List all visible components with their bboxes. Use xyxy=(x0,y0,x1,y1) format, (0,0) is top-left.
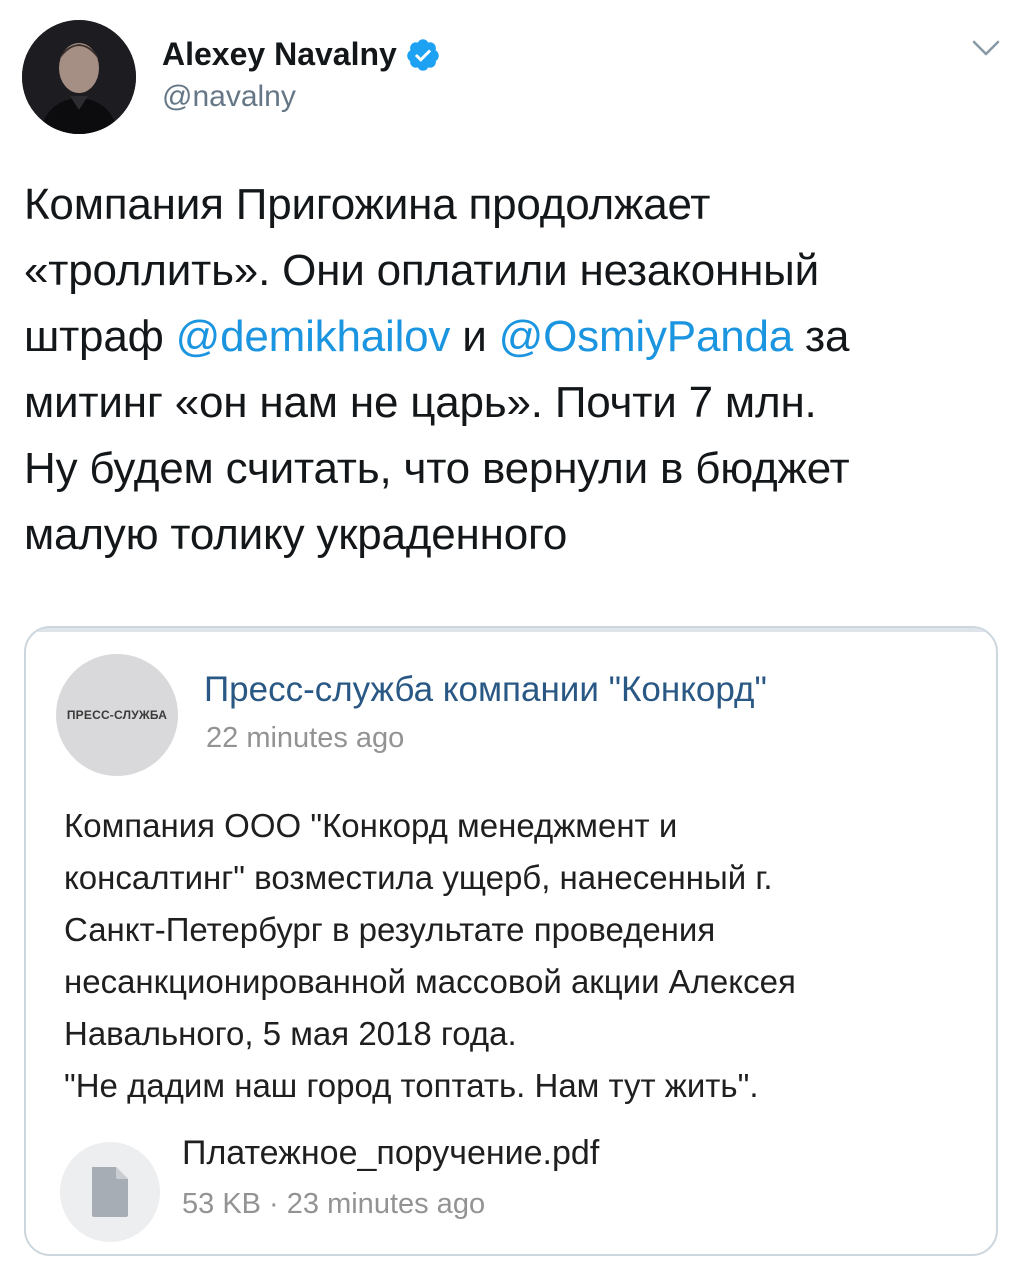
attachment-file-name: Платежное_поручение.pdf xyxy=(182,1134,600,1172)
mention-link-osmiypanda[interactable]: @OsmiyPanda xyxy=(499,312,794,361)
tweet-text-line: Компания Пригожина продолжает xyxy=(24,180,711,229)
press-service-title: Пресс-служба компании "Конкорд" xyxy=(204,670,767,709)
author-name-row[interactable]: Alexey Navalny xyxy=(162,36,441,73)
press-release-text: Компания ООО "Конкорд менеджмент и конса… xyxy=(64,800,974,1112)
author-avatar[interactable] xyxy=(22,20,136,134)
document-icon-glyph xyxy=(92,1167,128,1217)
press-text-line: Санкт-Петербург в результате проведения xyxy=(64,911,716,948)
tweet-text-fragment: и xyxy=(450,312,499,361)
author-avatar-photo xyxy=(22,20,136,134)
tweet-text-line: митинг «он нам не царь». Почти 7 млн. xyxy=(24,378,817,427)
press-service-timestamp: 22 minutes ago xyxy=(206,722,405,754)
attachment-file-meta: 53 KB · 23 minutes ago xyxy=(182,1188,486,1220)
press-text-line: несанкционированной массовой акции Алекс… xyxy=(64,963,796,1000)
press-text-line: консалтинг" возместила ущерб, нанесенный… xyxy=(64,859,773,896)
author-name[interactable]: Alexey Navalny xyxy=(162,36,397,73)
card-divider xyxy=(26,628,996,632)
tweet-text-line: штраф @demikhailov и @OsmiyPanda за xyxy=(24,304,999,370)
press-text-line: "Не дадим наш город топтать. Нам тут жит… xyxy=(64,1067,759,1104)
verified-badge-icon xyxy=(407,38,439,71)
author-handle[interactable]: @navalny xyxy=(162,80,296,114)
document-icon xyxy=(60,1142,160,1242)
mention-link-demikhailov[interactable]: @demikhailov xyxy=(176,312,451,361)
tweet-text-fragment: штраф xyxy=(24,312,176,361)
press-service-avatar: ПРЕСС-СЛУЖБА xyxy=(56,654,178,776)
tweet-text: Компания Пригожина продолжает «троллить»… xyxy=(24,172,999,568)
tweet-text-line: малую толику украденного xyxy=(24,510,568,559)
chevron-down-icon[interactable] xyxy=(968,34,1004,62)
press-text-line: Компания ООО "Конкорд менеджмент и xyxy=(64,807,678,844)
embedded-image-card[interactable]: ПРЕСС-СЛУЖБА Пресс-служба компании "Конк… xyxy=(24,626,998,1256)
tweet-text-fragment: за xyxy=(793,312,850,361)
tweet-text-line: Ну будем считать, что вернули в бюджет xyxy=(24,444,850,493)
press-service-avatar-label: ПРЕСС-СЛУЖБА xyxy=(66,708,168,722)
tweet-text-line: «троллить». Они оплатили незаконный xyxy=(24,246,819,295)
press-text-line: Навального, 5 мая 2018 года. xyxy=(64,1015,517,1052)
